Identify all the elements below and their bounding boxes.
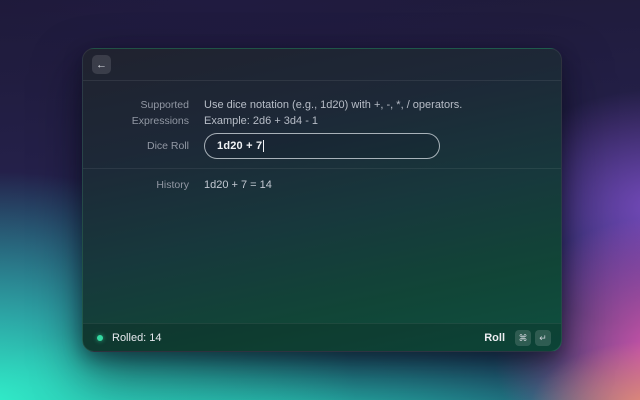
text-cursor	[263, 140, 264, 152]
back-arrow-icon: ←	[96, 56, 107, 74]
action-bar: Rolled: 14 Roll ⌘ ↵	[83, 323, 561, 351]
enter-key-icon: ↵	[535, 330, 551, 346]
dice-roller-window: ← Supported Expressions Use dice notatio…	[82, 48, 562, 352]
supported-expressions-example: Example: 2d6 + 3d4 - 1	[204, 113, 561, 129]
status-text: Rolled: 14	[112, 332, 162, 344]
primary-action: Roll ⌘ ↵	[484, 330, 551, 346]
supported-expressions-description: Use dice notation (e.g., 1d20) with +, -…	[204, 97, 561, 113]
dice-roll-label: Dice Roll	[83, 133, 189, 159]
status-dot-icon	[97, 335, 103, 341]
supported-expressions-row: Supported Expressions Use dice notation …	[83, 97, 561, 129]
window-header: ←	[83, 49, 561, 81]
history-entry: 1d20 + 7 = 14	[204, 177, 561, 193]
roll-action-label[interactable]: Roll	[484, 332, 505, 344]
back-button[interactable]: ←	[92, 55, 111, 74]
dice-roll-row: Dice Roll 1d20 + 7	[83, 133, 561, 159]
command-key-icon: ⌘	[515, 330, 531, 346]
section-divider	[83, 168, 561, 169]
supported-expressions-label: Supported Expressions	[83, 97, 189, 129]
history-row: History 1d20 + 7 = 14	[83, 177, 561, 193]
history-label: History	[83, 177, 189, 193]
dice-roll-input-value: 1d20 + 7	[217, 140, 262, 152]
dice-roll-input[interactable]: 1d20 + 7	[204, 133, 440, 159]
form-body: Supported Expressions Use dice notation …	[83, 81, 561, 323]
